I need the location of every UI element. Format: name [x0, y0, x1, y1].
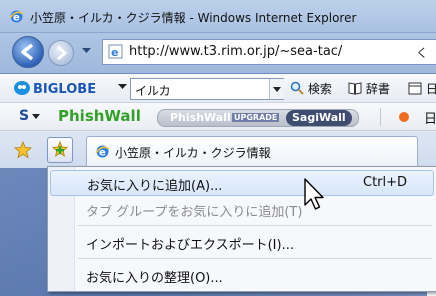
biglobe-search-input[interactable]: イルカ [130, 78, 284, 100]
history-dropdown-icon[interactable] [82, 48, 91, 54]
address-overflow-text: く [416, 46, 429, 60]
menu-item-label: タブ グループをお気に入りに追加(T) [86, 205, 303, 220]
search-button[interactable]: 検索 [290, 80, 332, 97]
biglobe-logo[interactable]: BIGLOBE [13, 79, 113, 97]
menu-item-label: お気に入りに追加(A)... [87, 179, 223, 194]
add-to-favorites-menu: お気に入りに追加(A)... Ctrl+D タブ グループをお気に入りに追加(T… [47, 166, 436, 292]
biglobe-dropdown-icon[interactable] [118, 84, 127, 90]
dictionary-button[interactable]: 辞書 [348, 80, 390, 97]
back-button[interactable] [12, 36, 44, 68]
address-row: e http://www.t3.rim.or.jp/~sea-tac/ く [0, 33, 436, 73]
page-tab[interactable]: e 小笠原・イルカ・クジラ情報 [86, 136, 418, 167]
menu-separator [78, 258, 432, 259]
menu-item-label: お気に入りの整理(O)... [86, 271, 223, 286]
search-input-value: イルカ [135, 84, 171, 98]
add-to-favorites-button[interactable] [47, 137, 73, 163]
phishwall-right-partial[interactable]: 日 [424, 108, 436, 127]
chevron-down-icon [273, 87, 281, 92]
biglobe-logo-text: BIGLOBE [33, 82, 96, 97]
mouse-cursor-icon [304, 178, 324, 210]
ie-logo-icon: e [9, 10, 24, 24]
menu-item-import-export[interactable]: インポートおよびエクスポート(I)... [50, 230, 432, 254]
page-ie-icon: e [95, 145, 110, 159]
star-plus-icon [52, 141, 68, 157]
menu-item-add-tab-group[interactable]: タブ グループをお気に入りに追加(T) [50, 197, 432, 221]
pill-phishwall-text: PhishWall [170, 111, 231, 124]
sagiwall-label: SagiWall [286, 110, 352, 126]
menu-item-add-to-favorites[interactable]: お気に入りに追加(A)... Ctrl+D [50, 170, 434, 196]
forward-button[interactable] [48, 40, 74, 66]
calendar-icon [408, 82, 422, 95]
arrow-right-icon [57, 45, 67, 61]
dictionary-button-label: 辞書 [365, 82, 390, 96]
phishwall-toolbar: S PhishWall PhishWall UPGRADE SagiWall 日 [0, 103, 436, 131]
url-text: http://www.t3.rim.or.jp/~sea-tac/ [129, 44, 343, 59]
biglobe-toolbar: BIGLOBE イルカ 検索 辞書 日 [0, 74, 436, 103]
phishwall-label[interactable]: PhishWall [58, 107, 141, 125]
favorites-bar: e 小笠原・イルカ・クジラ情報 [0, 131, 436, 168]
upgrade-badge: UPGRADE [232, 113, 280, 122]
phishwall-status-pill[interactable]: PhishWall UPGRADE SagiWall [157, 109, 359, 127]
next-toolbar-button-label: 日 [425, 82, 436, 96]
arrow-left-icon [21, 43, 34, 61]
page-ie-icon: e [108, 44, 123, 59]
book-icon [348, 82, 362, 95]
address-field[interactable]: e http://www.t3.rim.or.jp/~sea-tac/ [102, 39, 436, 65]
tab-title: 小笠原・イルカ・クジラ情報 [115, 146, 271, 160]
svg-text:e: e [111, 46, 118, 59]
window-title: 小笠原・イルカ・クジラ情報 - Windows Internet Explore… [30, 11, 357, 25]
toolbar-separator [380, 108, 381, 126]
favorites-star-icon[interactable] [14, 141, 32, 159]
s-menu-dropdown-icon[interactable] [32, 114, 40, 119]
menu-item-label: インポートおよびエクスポート(I)... [86, 238, 294, 253]
magnifier-icon [290, 81, 304, 95]
menu-item-shortcut: Ctrl+D [363, 175, 408, 190]
menu-separator [78, 225, 432, 226]
search-dropdown-button[interactable] [269, 79, 284, 99]
search-button-label: 検索 [307, 82, 332, 96]
next-toolbar-button[interactable]: 日 [408, 80, 436, 97]
s-menu-label[interactable]: S [19, 108, 29, 124]
menu-item-organize-favorites[interactable]: お気に入りの整理(O)... [50, 263, 432, 287]
status-dot-icon[interactable] [399, 112, 409, 122]
title-bar: e 小笠原・イルカ・クジラ情報 - Windows Internet Explo… [0, 0, 436, 33]
